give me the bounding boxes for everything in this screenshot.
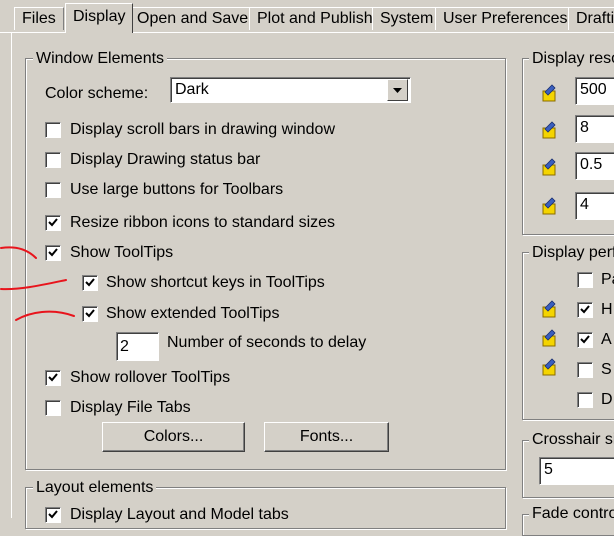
checkbox-performance-4[interactable] [577, 362, 593, 378]
checkbox-performance-5[interactable] [577, 392, 593, 408]
checkbox-show-rollover-tooltips[interactable] [45, 370, 61, 386]
resolution-value-4: 4 [580, 196, 589, 213]
label-show-rollover-tooltips: Show rollover ToolTips [70, 369, 231, 386]
display-resolution-title: Display reso [529, 50, 614, 68]
resolution-value-3: 0.5 [580, 156, 603, 173]
checkmark-icon [48, 248, 58, 257]
tab-open-and-save[interactable]: Open and Save [129, 7, 257, 30]
tab-system[interactable]: System [372, 7, 442, 30]
resolution-field-1[interactable]: 500 [575, 77, 614, 105]
label-display-scroll-bars: Display scroll bars in drawing window [70, 121, 335, 138]
checkmark-icon [85, 309, 95, 318]
label-use-large-buttons: Use large buttons for Toolbars [70, 181, 284, 198]
label-show-tooltips: Show ToolTips [70, 244, 174, 261]
label-display-drawing-status-bar: Display Drawing status bar [70, 151, 261, 168]
delay-seconds-input[interactable]: 2 [116, 332, 159, 361]
panel-left-edge [11, 33, 12, 518]
checkbox-use-large-buttons[interactable] [45, 182, 61, 198]
crosshair-size-input[interactable]: 5 [539, 457, 614, 485]
label-display-layout-model-tabs: Display Layout and Model tabs [70, 506, 289, 523]
checkbox-show-extended-tooltips[interactable] [82, 306, 98, 322]
resolution-field-3[interactable]: 0.5 [575, 152, 614, 180]
checkbox-performance-2[interactable] [577, 302, 593, 318]
checkbox-show-tooltips[interactable] [45, 245, 61, 261]
checkbox-resize-ribbon-icons[interactable] [45, 215, 61, 231]
drawing-setting-icon [542, 300, 556, 318]
label-resize-ribbon-icons: Resize ribbon icons to standard sizes [70, 214, 336, 231]
resolution-value-2: 8 [580, 119, 589, 136]
checkmark-icon [48, 373, 58, 382]
checkbox-performance-1[interactable] [577, 272, 593, 288]
resolution-field-4[interactable]: 4 [575, 192, 614, 220]
checkbox-performance-3[interactable] [577, 332, 593, 348]
fonts-button[interactable]: Fonts... [264, 422, 389, 452]
label-performance-1: Pa [601, 271, 614, 288]
label-performance-2: H [601, 301, 613, 318]
drawing-setting-icon [542, 358, 556, 376]
window-elements-title: Window Elements [33, 50, 168, 68]
color-scheme-dropdown-button[interactable] [387, 79, 408, 101]
checkmark-icon [85, 278, 95, 287]
colors-button[interactable]: Colors... [102, 422, 245, 452]
fade-control-title: Fade contro [529, 505, 614, 523]
delay-seconds-label: Number of seconds to delay [167, 334, 367, 351]
tab-display[interactable]: Display [65, 3, 134, 33]
crosshair-size-value: 5 [544, 461, 553, 478]
chevron-down-icon [393, 88, 402, 93]
display-performance-title: Display perf [529, 244, 614, 262]
color-scheme-value: Dark [175, 81, 209, 98]
checkbox-display-scroll-bars[interactable] [45, 122, 61, 138]
drawing-setting-icon [542, 121, 556, 139]
crosshair-size-title: Crosshair si [529, 431, 614, 449]
layout-elements-title: Layout elements [33, 479, 157, 497]
label-performance-4: S [601, 361, 612, 378]
resolution-field-2[interactable]: 8 [575, 115, 614, 143]
tab-files[interactable]: Files [14, 7, 64, 30]
resolution-value-1: 500 [580, 81, 607, 98]
tab-plot-and-publish[interactable]: Plot and Publish [249, 7, 381, 30]
drawing-setting-icon [542, 197, 556, 215]
label-show-shortcut-keys: Show shortcut keys in ToolTips [106, 274, 325, 291]
drawing-setting-icon [542, 329, 556, 347]
checkbox-show-shortcut-keys[interactable] [82, 275, 98, 291]
drawing-setting-icon [542, 158, 556, 176]
tab-drafting[interactable]: Drafti [568, 7, 614, 30]
checkmark-icon [580, 335, 590, 344]
label-display-file-tabs: Display File Tabs [70, 399, 191, 416]
color-scheme-select[interactable]: Dark [170, 77, 411, 103]
color-scheme-label: Color scheme: [45, 85, 149, 102]
drawing-setting-icon [542, 84, 556, 102]
delay-seconds-value: 2 [120, 338, 129, 355]
checkbox-display-drawing-status-bar[interactable] [45, 152, 61, 168]
label-performance-5: D [601, 391, 613, 408]
tab-strip: Files Display Open and Save Plot and Pub… [0, 0, 614, 34]
label-show-extended-tooltips: Show extended ToolTips [106, 305, 280, 322]
checkbox-display-layout-model-tabs[interactable] [45, 507, 61, 523]
checkmark-icon [48, 510, 58, 519]
label-performance-3: A [601, 331, 612, 348]
checkmark-icon [580, 305, 590, 314]
tab-user-preferences[interactable]: User Preferences [435, 7, 576, 30]
checkbox-display-file-tabs[interactable] [45, 400, 61, 416]
checkmark-icon [48, 218, 58, 227]
